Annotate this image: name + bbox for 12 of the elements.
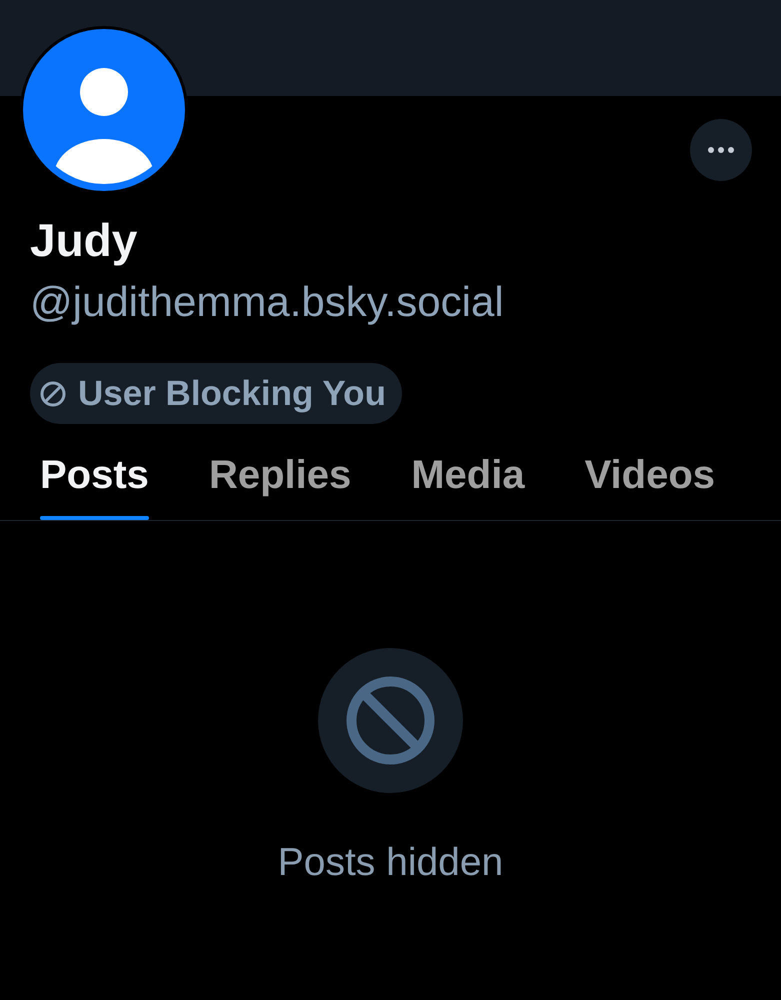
profile-tab[interactable]: Posts bbox=[40, 424, 149, 520]
profile-tab[interactable]: Media bbox=[411, 424, 525, 520]
block-icon bbox=[40, 380, 66, 406]
block-icon bbox=[318, 648, 463, 793]
profile-handle: @judithemma.bsky.social bbox=[30, 281, 504, 323]
ellipsis-icon bbox=[708, 147, 734, 153]
blocking-badge: User Blocking You bbox=[30, 363, 402, 424]
profile-name: Judy bbox=[30, 217, 138, 263]
profile-tab[interactable]: Replies bbox=[208, 424, 352, 520]
profile-tab[interactable]: Videos bbox=[584, 424, 716, 520]
avatar-icon[interactable] bbox=[20, 26, 188, 194]
empty-state-message: Posts hidden bbox=[278, 843, 504, 882]
